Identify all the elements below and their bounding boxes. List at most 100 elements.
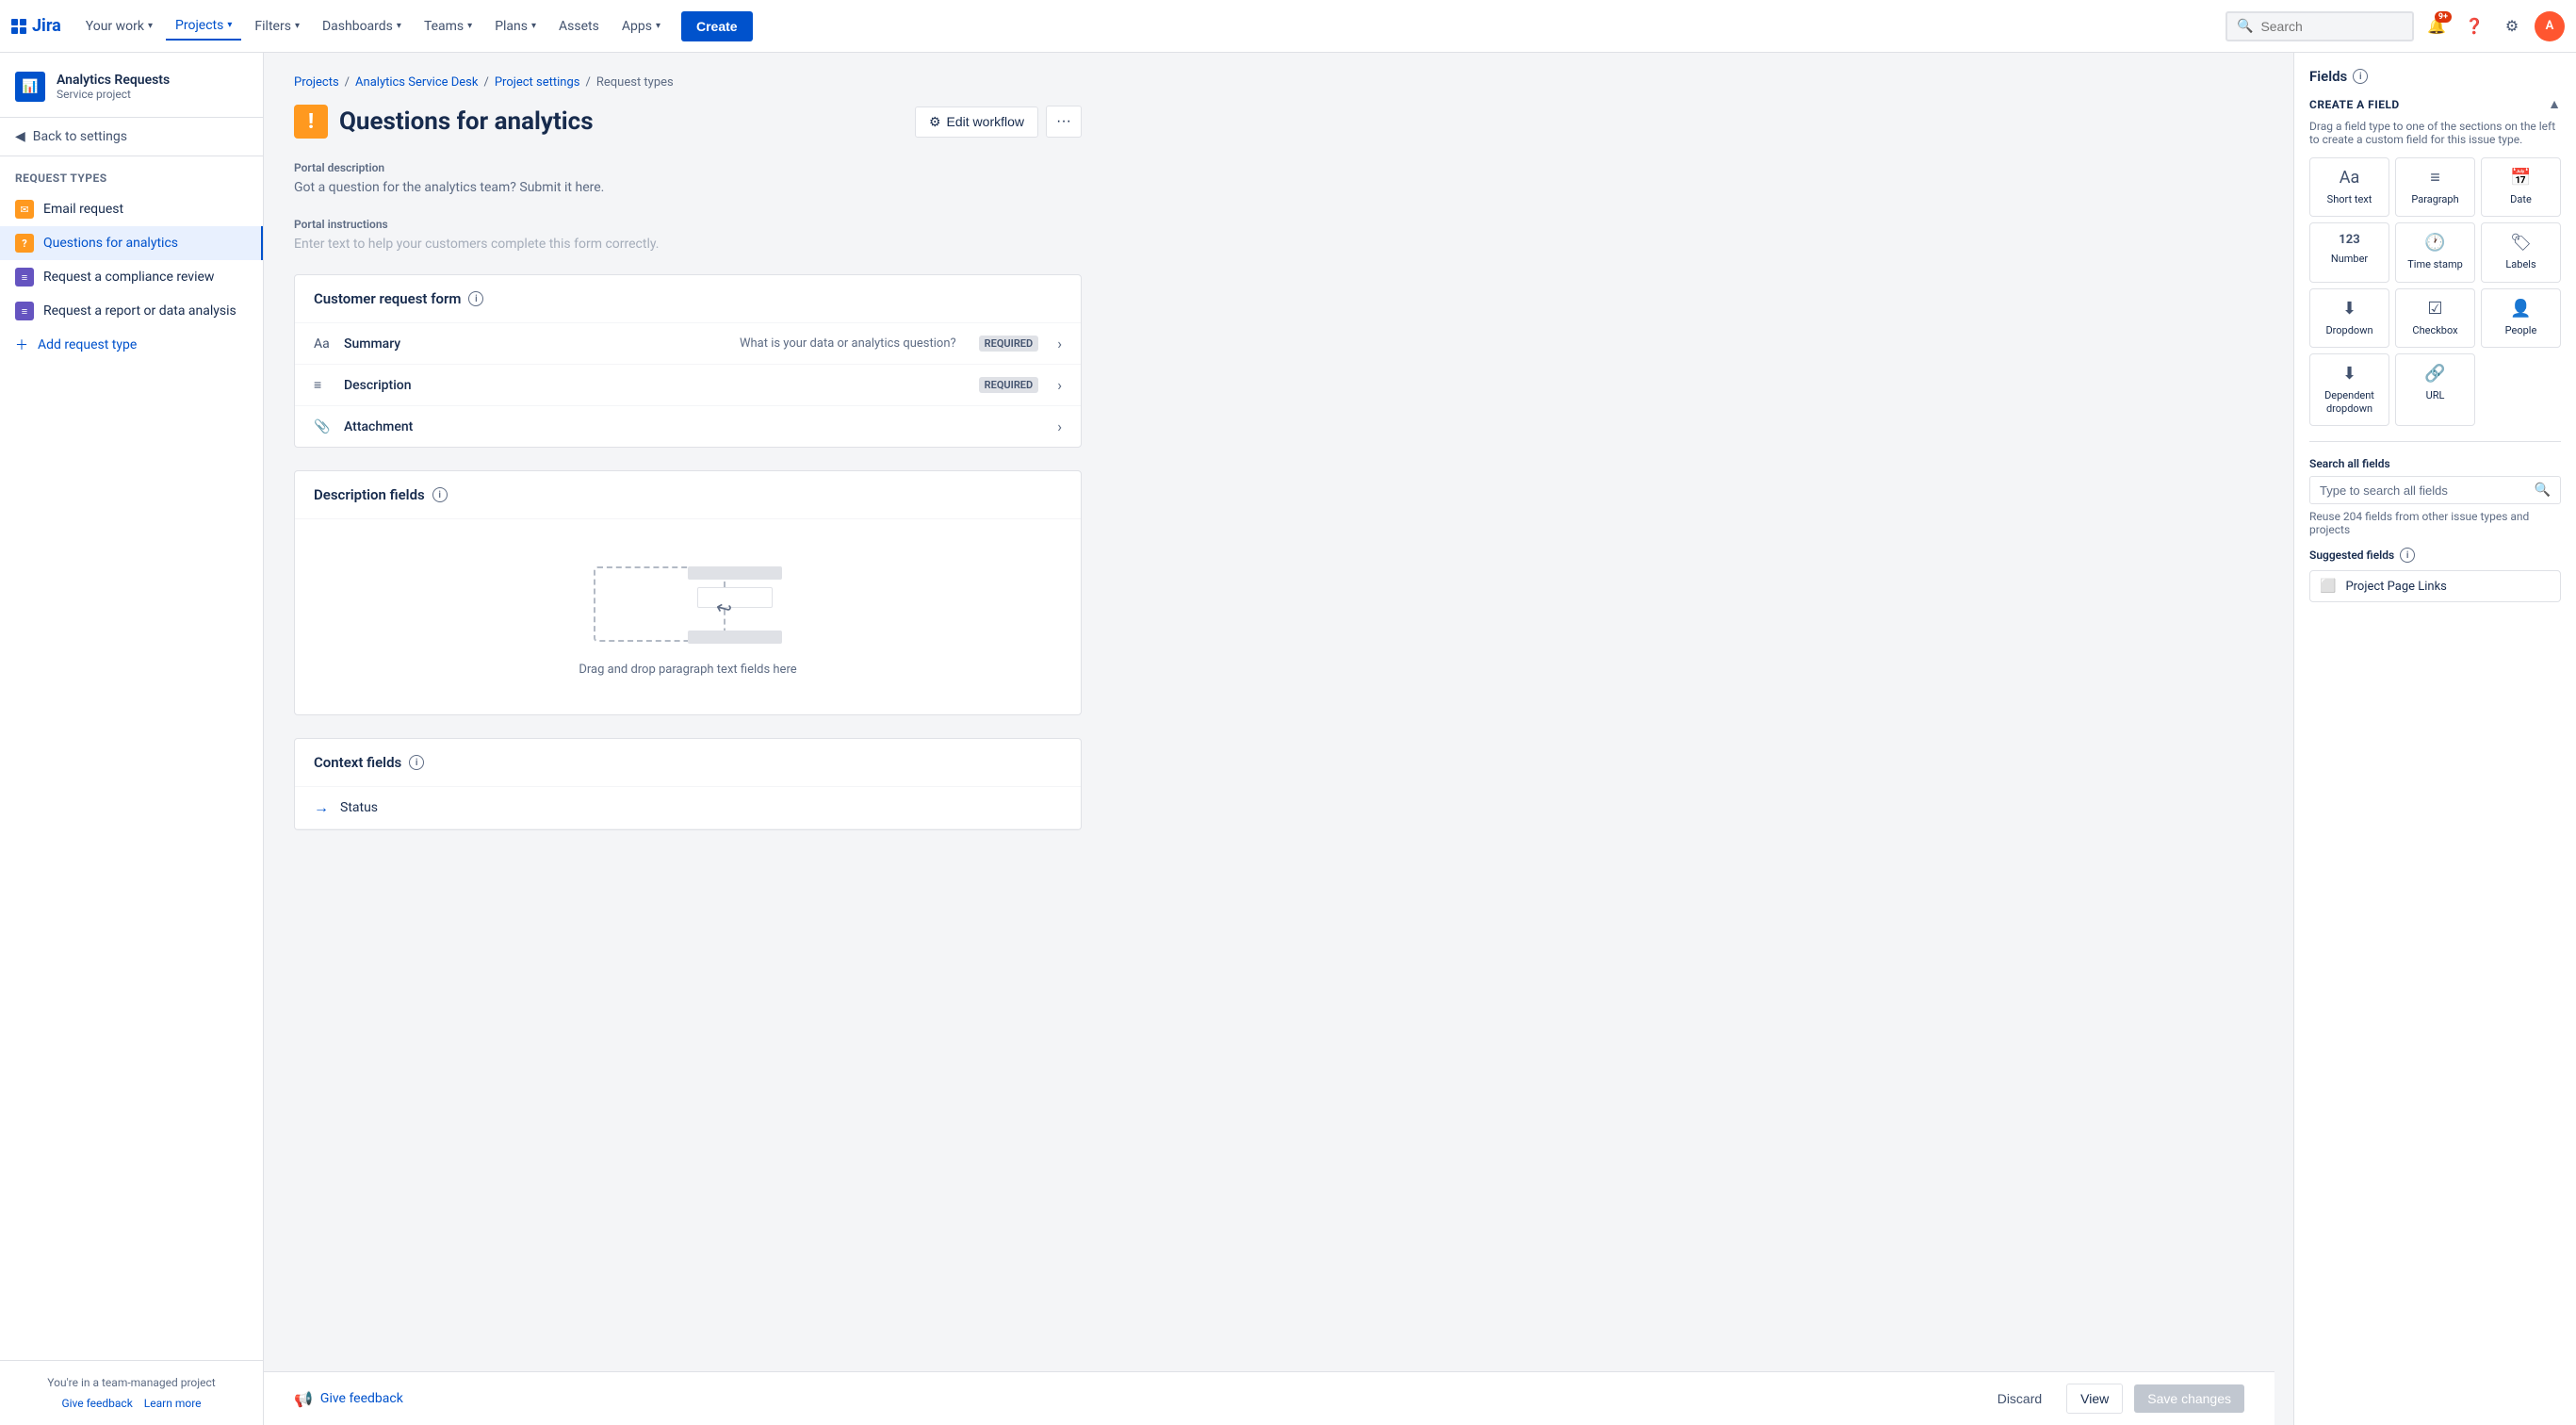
people-field-card[interactable]: 👤 People bbox=[2481, 288, 2561, 348]
dropdown-field-card[interactable]: ⬇ Dropdown bbox=[2309, 288, 2389, 348]
short-text-field-card[interactable]: Aa Short text bbox=[2309, 157, 2389, 217]
chevron-down-icon: ▾ bbox=[148, 21, 153, 31]
portal-description-section: Portal description Got a question for th… bbox=[294, 161, 1082, 195]
main-content: Projects / Analytics Service Desk / Proj… bbox=[264, 53, 2293, 1425]
back-to-settings[interactable]: ◀ Back to settings bbox=[0, 118, 263, 156]
view-button[interactable]: View bbox=[2066, 1384, 2123, 1414]
dropdown-icon: ⬇ bbox=[2342, 299, 2356, 319]
project-page-links-item[interactable]: ⬜ Project Page Links bbox=[2309, 570, 2561, 602]
status-arrow-icon: → bbox=[314, 798, 329, 817]
avatar[interactable]: A bbox=[2535, 11, 2565, 41]
number-field-card[interactable]: 123 Number bbox=[2309, 222, 2389, 282]
breadcrumb-sep: / bbox=[483, 75, 488, 90]
more-options-button[interactable]: ··· bbox=[1046, 106, 1082, 138]
nav-filters[interactable]: Filters ▾ bbox=[245, 13, 309, 40]
timestamp-field-card[interactable]: 🕐 Time stamp bbox=[2395, 222, 2475, 282]
status-field-row[interactable]: → Status bbox=[295, 787, 1081, 829]
customer-form-info-icon[interactable]: i bbox=[468, 291, 483, 306]
create-button[interactable]: Create bbox=[681, 11, 753, 41]
dependent-dropdown-icon: ⬇ bbox=[2342, 364, 2356, 384]
nav-apps[interactable]: Apps ▾ bbox=[612, 13, 670, 40]
back-icon: ◀ bbox=[15, 129, 25, 144]
context-fields-section: Context fields i → Status bbox=[294, 738, 1082, 830]
date-icon: 📅 bbox=[2510, 168, 2531, 188]
sidebar-item-email-request[interactable]: ✉ Email request bbox=[0, 192, 263, 226]
breadcrumb-projects[interactable]: Projects bbox=[294, 75, 339, 90]
chevron-right-icon: › bbox=[1057, 418, 1062, 435]
description-required-badge: REQUIRED bbox=[979, 377, 1039, 393]
search-input[interactable] bbox=[2260, 19, 2392, 34]
portal-description-value: Got a question for the analytics team? S… bbox=[294, 180, 1082, 195]
status-label: Status bbox=[340, 800, 378, 815]
add-request-type[interactable]: ＋ Add request type bbox=[0, 328, 263, 362]
project-icon: 📊 bbox=[15, 72, 45, 102]
sidebar-item-questions-analytics[interactable]: ? Questions for analytics bbox=[0, 226, 263, 260]
timestamp-icon: 🕐 bbox=[2424, 233, 2445, 253]
nav-assets[interactable]: Assets bbox=[549, 13, 609, 40]
search-box[interactable]: 🔍 bbox=[2225, 11, 2414, 41]
portal-instructions-section: Portal instructions Enter text to help y… bbox=[294, 218, 1082, 252]
logo[interactable]: Jira bbox=[11, 16, 61, 36]
description-field-row[interactable]: ≡ Description REQUIRED › bbox=[295, 365, 1081, 406]
nav-dashboards[interactable]: Dashboards ▾ bbox=[313, 13, 411, 40]
date-field-card[interactable]: 📅 Date bbox=[2481, 157, 2561, 217]
give-feedback-bottom-link[interactable]: Give feedback bbox=[320, 1391, 403, 1406]
collapse-icon[interactable]: ▲ bbox=[2548, 96, 2561, 112]
help-button[interactable]: ❓ bbox=[2459, 11, 2489, 41]
chevron-down-icon: ▾ bbox=[227, 20, 232, 30]
learn-more-link[interactable]: Learn more bbox=[144, 1397, 202, 1410]
breadcrumb-sep: / bbox=[586, 75, 591, 90]
discard-button[interactable]: Discard bbox=[1984, 1384, 2055, 1413]
drop-zone-visual: ↩ bbox=[594, 557, 782, 651]
nav-teams[interactable]: Teams ▾ bbox=[415, 13, 481, 40]
people-icon: 👤 bbox=[2510, 299, 2531, 319]
create-field-desc: Drag a field type to one of the sections… bbox=[2309, 120, 2561, 146]
chevron-down-icon: ▾ bbox=[656, 21, 660, 31]
create-field-title: CREATE A FIELD bbox=[2309, 98, 2400, 111]
attachment-field-row[interactable]: 📎 Attachment › bbox=[295, 406, 1081, 447]
portal-instructions-placeholder[interactable]: Enter text to help your customers comple… bbox=[294, 237, 1082, 252]
bottom-bar: 📢 Give feedback Discard View Save change… bbox=[264, 1371, 2274, 1425]
search-icon: 🔍 bbox=[2237, 19, 2253, 34]
customer-request-form: Customer request form i Aa Summary What … bbox=[294, 274, 1082, 448]
dependent-dropdown-field-card[interactable]: ⬇ Dependent dropdown bbox=[2309, 353, 2389, 427]
summary-hint: What is your data or analytics question? bbox=[740, 336, 956, 351]
breadcrumb-current: Request types bbox=[596, 75, 674, 90]
save-changes-button[interactable]: Save changes bbox=[2134, 1384, 2244, 1413]
fields-header: Fields i bbox=[2309, 68, 2561, 85]
nav-plans[interactable]: Plans ▾ bbox=[485, 13, 546, 40]
fields-info-icon[interactable]: i bbox=[2353, 69, 2368, 84]
labels-field-card[interactable]: 🏷 Labels bbox=[2481, 222, 2561, 282]
suggested-fields-section: Suggested fields i ⬜ Project Page Links bbox=[2309, 548, 2561, 602]
breadcrumb-project-settings[interactable]: Project settings bbox=[495, 75, 580, 90]
sidebar-item-compliance-review[interactable]: ≡ Request a compliance review bbox=[0, 260, 263, 294]
suggested-info-icon[interactable]: i bbox=[2400, 548, 2415, 563]
project-info: Analytics Requests Service project bbox=[57, 73, 170, 101]
description-icon: ≡ bbox=[314, 377, 333, 393]
notification-button[interactable]: 🔔 9+ bbox=[2421, 11, 2452, 41]
context-fields-info-icon[interactable]: i bbox=[409, 755, 424, 770]
settings-button[interactable]: ⚙ bbox=[2497, 11, 2527, 41]
summary-field-row[interactable]: Aa Summary What is your data or analytic… bbox=[295, 323, 1081, 365]
attachment-label: Attachment bbox=[344, 419, 690, 434]
sidebar: 📊 Analytics Requests Service project ◀ B… bbox=[0, 53, 264, 1425]
attachment-icon: 📎 bbox=[314, 419, 333, 434]
url-field-card[interactable]: 🔗 URL bbox=[2395, 353, 2475, 427]
checkbox-field-card[interactable]: ☑ Checkbox bbox=[2395, 288, 2475, 348]
chevron-down-icon: ▾ bbox=[531, 21, 536, 31]
context-fields-header: Context fields i bbox=[295, 739, 1081, 787]
breadcrumb-sep: / bbox=[345, 75, 350, 90]
sidebar-item-report-analysis[interactable]: ≡ Request a report or data analysis bbox=[0, 294, 263, 328]
nav-your-work[interactable]: Your work ▾ bbox=[76, 13, 162, 40]
edit-workflow-button[interactable]: ⚙ Edit workflow bbox=[915, 106, 1038, 138]
mock-field-3 bbox=[688, 631, 782, 644]
app-layout: 📊 Analytics Requests Service project ◀ B… bbox=[0, 53, 2576, 1425]
give-feedback-link[interactable]: Give feedback bbox=[61, 1397, 132, 1410]
nav-projects[interactable]: Projects ▾ bbox=[166, 12, 241, 41]
request-types-section-title: Request types bbox=[0, 156, 263, 192]
description-fields-header: Description fields i bbox=[295, 471, 1081, 519]
search-fields-input[interactable] bbox=[2320, 483, 2527, 498]
breadcrumb-analytics-service-desk[interactable]: Analytics Service Desk bbox=[355, 75, 478, 90]
paragraph-field-card[interactable]: ≡ Paragraph bbox=[2395, 157, 2475, 217]
description-fields-info-icon[interactable]: i bbox=[432, 487, 448, 502]
